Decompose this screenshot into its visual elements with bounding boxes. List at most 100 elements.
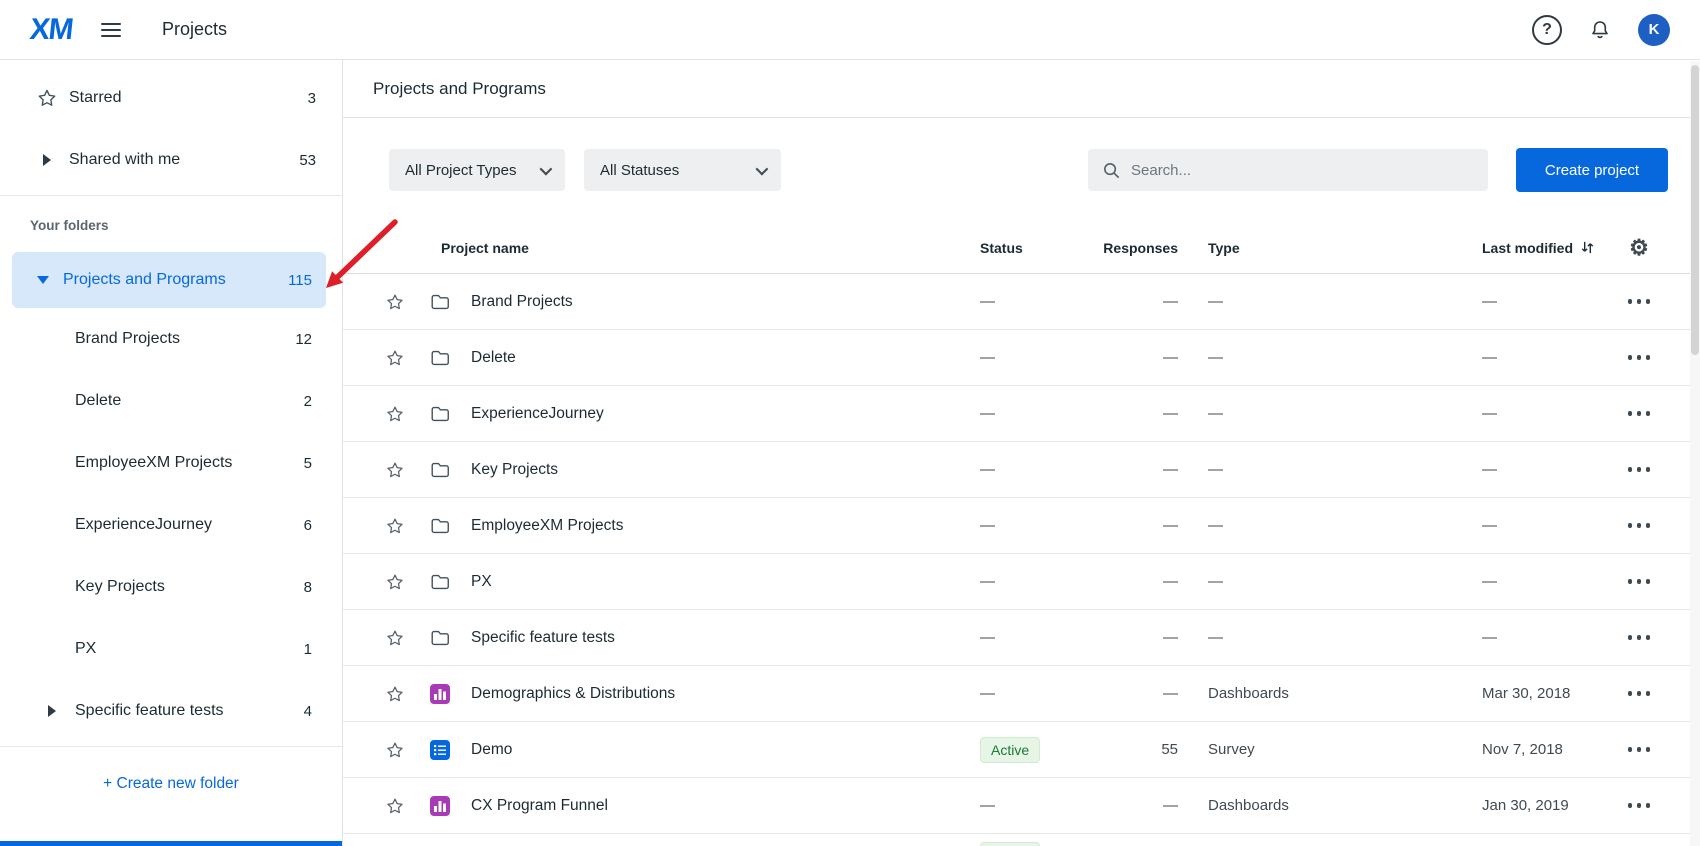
sidebar-folder-item[interactable]: Specific feature tests 4	[0, 680, 342, 742]
sidebar-folder-item[interactable]: ExperienceJourney 6	[0, 494, 342, 556]
search-box	[1088, 149, 1488, 191]
row-star-button[interactable]	[385, 740, 405, 760]
project-name[interactable]: EmployeeXM Projects	[463, 517, 980, 535]
type-value: —	[1178, 573, 1482, 590]
sidebar-folder-item[interactable]: EmployeeXM Projects 5	[0, 432, 342, 494]
row-more-menu-button[interactable]	[1620, 517, 1659, 534]
responses-value: 55	[1090, 741, 1178, 758]
sidebar-item-shared-with-me[interactable]: Shared with me 53	[0, 129, 342, 191]
column-header-last-modified[interactable]: Last modified	[1482, 240, 1599, 256]
row-star-button[interactable]	[385, 628, 405, 648]
table-row[interactable]: ExperienceJourney — — — —	[343, 386, 1700, 442]
last-modified-label: Last modified	[1482, 240, 1573, 256]
column-header-project-name: Project name	[417, 240, 980, 256]
dashboard-icon	[429, 683, 451, 705]
row-more-menu-button[interactable]	[1620, 573, 1659, 590]
responses-value: —	[1090, 461, 1178, 478]
type-value: —	[1178, 629, 1482, 646]
folder-label: Key Projects	[75, 578, 165, 596]
hamburger-menu-button[interactable]	[100, 19, 122, 41]
folder-label: Delete	[75, 392, 121, 410]
table-row[interactable]: EmployeeXM Projects — — — —	[343, 498, 1700, 554]
row-star-button[interactable]	[385, 572, 405, 592]
row-more-menu-button[interactable]	[1620, 741, 1659, 758]
type-value: —	[1178, 349, 1482, 366]
sidebar-item-projects-and-programs[interactable]: Projects and Programs 115	[12, 252, 326, 308]
row-star-button[interactable]	[385, 348, 405, 368]
notifications-button[interactable]	[1588, 18, 1612, 42]
status-badge: Active	[980, 842, 1040, 846]
caret-down-icon	[37, 276, 49, 284]
row-star-button[interactable]	[385, 404, 405, 424]
responses-value: —	[1090, 293, 1178, 310]
responses-value: —	[1090, 405, 1178, 422]
row-more-menu-button[interactable]	[1620, 461, 1659, 478]
type-value: —	[1178, 517, 1482, 534]
row-more-menu-button[interactable]	[1620, 629, 1659, 646]
project-name[interactable]: Specific feature tests	[463, 629, 980, 647]
sidebar-folder-item[interactable]: PX 1	[0, 618, 342, 680]
vertical-scrollbar[interactable]	[1690, 61, 1700, 846]
avatar-initial: K	[1649, 21, 1660, 38]
table-row-partial[interactable]: Active	[343, 834, 1700, 846]
sidebar-folder-item[interactable]: Brand Projects 12	[0, 308, 342, 370]
project-name[interactable]: Demo	[463, 741, 980, 759]
project-name[interactable]: Delete	[463, 349, 980, 367]
status-filter-dropdown[interactable]: All Statuses	[584, 149, 781, 191]
search-input[interactable]	[1131, 162, 1474, 179]
folder-label: Brand Projects	[75, 330, 180, 348]
sidebar-folder-item[interactable]: Key Projects 8	[0, 556, 342, 618]
project-name[interactable]: CX Program Funnel	[463, 797, 980, 815]
folder-icon	[429, 571, 451, 593]
folder-icon	[429, 347, 451, 369]
help-button[interactable]: ?	[1532, 15, 1562, 45]
selected-folder-count: 115	[288, 272, 312, 289]
filter-bar: All Project Types All Statuses Create pr…	[343, 148, 1700, 192]
row-more-menu-button[interactable]	[1620, 685, 1659, 702]
sort-icon	[1580, 240, 1595, 255]
row-more-menu-button[interactable]	[1620, 405, 1659, 422]
row-star-button[interactable]	[385, 460, 405, 480]
row-star-button[interactable]	[385, 516, 405, 536]
dashboard-icon	[429, 795, 451, 817]
folder-icon	[429, 459, 451, 481]
row-star-button[interactable]	[385, 796, 405, 816]
row-star-button[interactable]	[385, 292, 405, 312]
project-name[interactable]: Brand Projects	[463, 293, 980, 311]
table-row[interactable]: Demo Active 55 Survey Nov 7, 2018	[343, 722, 1700, 778]
last-modified-value: —	[1482, 573, 1599, 590]
sidebar-item-starred[interactable]: Starred 3	[0, 67, 342, 129]
project-name[interactable]: Demographics & Distributions	[463, 685, 980, 703]
type-value: —	[1178, 293, 1482, 310]
sidebar-folder-item[interactable]: Delete 2	[0, 370, 342, 432]
create-project-button[interactable]: Create project	[1516, 148, 1668, 192]
status-value: —	[980, 685, 995, 702]
table-row[interactable]: Specific feature tests — — — —	[343, 610, 1700, 666]
status-value: Active	[980, 737, 1040, 763]
user-avatar[interactable]: K	[1638, 14, 1670, 46]
project-name[interactable]: ExperienceJourney	[463, 405, 980, 423]
row-more-menu-button[interactable]	[1620, 293, 1659, 310]
table-settings-button[interactable]: ⚙	[1599, 237, 1679, 259]
row-more-menu-button[interactable]	[1620, 349, 1659, 366]
row-more-menu-button[interactable]	[1620, 797, 1659, 814]
project-name[interactable]: Key Projects	[463, 461, 980, 479]
star-icon	[385, 628, 405, 648]
table-row[interactable]: Brand Projects — — — —	[343, 274, 1700, 330]
table-row[interactable]: Key Projects — — — —	[343, 442, 1700, 498]
scrollbar-thumb[interactable]	[1691, 65, 1699, 355]
last-modified-value: Jan 30, 2019	[1482, 797, 1599, 814]
folder-count: 5	[304, 455, 312, 472]
xm-logo: XM	[28, 13, 74, 47]
table-row[interactable]: CX Program Funnel — — Dashboards Jan 30,…	[343, 778, 1700, 834]
table-row[interactable]: Delete — — — —	[343, 330, 1700, 386]
status-value: —	[980, 629, 995, 646]
starred-count: 3	[308, 90, 316, 107]
row-star-button[interactable]	[385, 684, 405, 704]
table-row[interactable]: Demographics & Distributions — — Dashboa…	[343, 666, 1700, 722]
table-row[interactable]: PX — — — —	[343, 554, 1700, 610]
folder-icon	[429, 291, 451, 313]
project-type-filter-dropdown[interactable]: All Project Types	[389, 149, 565, 191]
project-name[interactable]: PX	[463, 573, 980, 591]
create-new-folder-button[interactable]: + Create new folder	[0, 755, 342, 813]
